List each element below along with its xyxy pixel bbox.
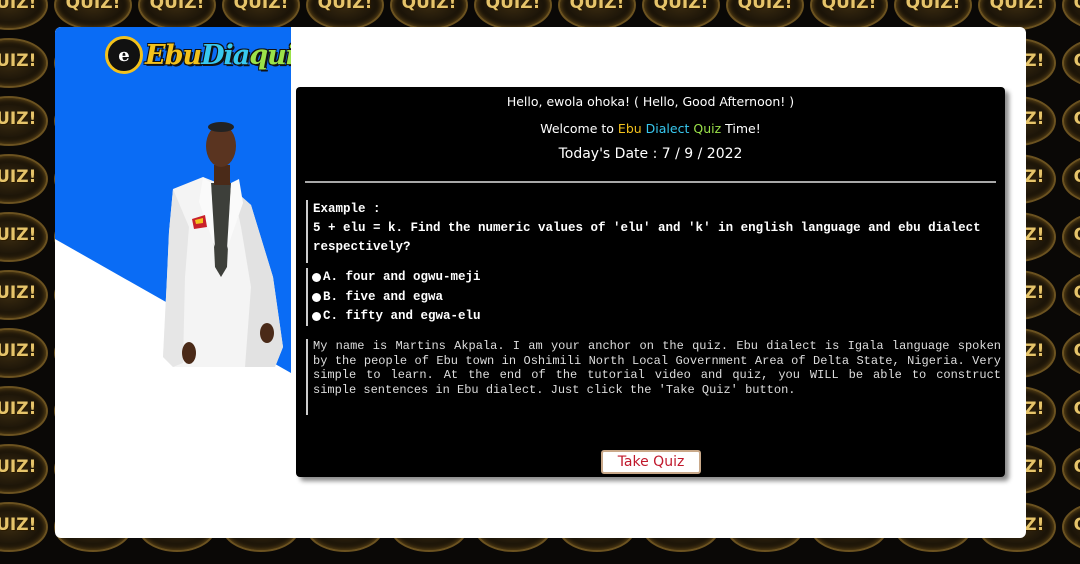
quiz-badge-icon: QUIZ! xyxy=(978,0,1056,30)
quiz-badge-icon: QUIZ! xyxy=(1062,444,1080,494)
quiz-badge-icon: QUIZ! xyxy=(1062,96,1080,146)
quiz-badge-icon: QUIZ! xyxy=(474,0,552,30)
option-label: A. four and ogwu-meji xyxy=(323,270,481,284)
greeting-text: Hello, ewola ohoka! ( Hello, Good Aftern… xyxy=(506,94,795,109)
logo-badge-icon: e xyxy=(105,36,143,74)
ebudiaquiz-logo[interactable]: e EbuDiaquiz xyxy=(105,35,291,75)
option-label: B. five and egwa xyxy=(323,289,444,304)
take-quiz-button[interactable]: Take Quiz xyxy=(601,450,701,474)
option-a[interactable]: A. four and ogwu-meji xyxy=(312,268,512,288)
option-label: C. fifty and egwa-elu xyxy=(323,309,481,323)
header-divider xyxy=(305,181,996,183)
quiz-badge-icon: QUIZ! xyxy=(0,0,48,30)
quiz-badge-icon: QUIZ! xyxy=(642,0,720,30)
quiz-badge-icon: QUIZ! xyxy=(1062,386,1080,436)
welcome-text: Welcome to Ebu Dialect Quiz Time! xyxy=(296,121,1005,136)
quiz-badge-icon: QUIZ! xyxy=(1062,270,1080,320)
option-b[interactable]: B. five and egwa xyxy=(312,288,512,308)
example-label: Example : xyxy=(313,202,381,216)
quiz-badge-icon: QUIZ! xyxy=(726,0,804,30)
quiz-badge-icon: QUIZ! xyxy=(894,0,972,30)
quiz-badge-icon: QUIZ! xyxy=(0,502,48,552)
answer-options: A. four and ogwu-meji B. five and egwa C… xyxy=(306,268,512,326)
quiz-badge-icon: QUIZ! xyxy=(1062,502,1080,552)
radio-button-icon[interactable] xyxy=(312,273,321,283)
quiz-badge-icon: QUIZ! xyxy=(222,0,300,30)
quiz-badge-icon: QUIZ! xyxy=(1062,212,1080,262)
welcome-quiz: Quiz xyxy=(693,121,722,136)
option-c[interactable]: C. fifty and egwa-elu xyxy=(312,307,512,327)
quiz-badge-icon: QUIZ! xyxy=(0,386,48,436)
welcome-dialect: Dialect xyxy=(645,121,690,136)
welcome-suffix: Time! xyxy=(725,121,761,136)
todays-date: Today's Date : 7 / 9 / 2022 xyxy=(558,146,743,162)
quiz-badge-icon: QUIZ! xyxy=(1062,0,1080,30)
quiz-badge-icon: QUIZ! xyxy=(390,0,468,30)
quiz-badge-icon: QUIZ! xyxy=(0,38,48,88)
quiz-badge-icon: QUIZ! xyxy=(1062,38,1080,88)
example-question: Example : 5 + elu = k. Find the numeric … xyxy=(306,200,985,263)
logo-part-ebu: Ebu xyxy=(145,39,202,71)
quiz-badge-icon: QUIZ! xyxy=(810,0,888,30)
logo-part-dia: Dia xyxy=(201,39,250,71)
welcome-prefix: Welcome to xyxy=(540,121,614,136)
quiz-badge-icon: QUIZ! xyxy=(558,0,636,30)
main-card: e EbuDiaquiz Hello, ewola ohoka! ( Hello… xyxy=(55,27,1026,538)
welcome-ebu: Ebu xyxy=(617,121,642,136)
quiz-badge-icon: QUIZ! xyxy=(0,444,48,494)
quiz-badge-icon: QUIZ! xyxy=(0,96,48,146)
quiz-badge-icon: QUIZ! xyxy=(54,0,132,30)
quiz-badge-icon: QUIZ! xyxy=(1062,154,1080,204)
quiz-badge-icon: QUIZ! xyxy=(0,328,48,378)
quiz-badge-icon: QUIZ! xyxy=(0,212,48,262)
quiz-badge-icon: QUIZ! xyxy=(138,0,216,30)
quiz-badge-icon: QUIZ! xyxy=(1062,328,1080,378)
logo-part-quiz: quiz xyxy=(249,39,291,71)
quiz-badge-icon: QUIZ! xyxy=(306,0,384,30)
left-hero-panel: e EbuDiaquiz xyxy=(55,27,291,373)
question-text: 5 + elu = k. Find the numeric values of … xyxy=(313,221,981,254)
anchor-intro-text: My name is Martins Akpala. I am your anc… xyxy=(306,339,1001,415)
quiz-badge-icon: QUIZ! xyxy=(0,154,48,204)
radio-button-icon[interactable] xyxy=(312,312,321,322)
quiz-badge-icon: QUIZ! xyxy=(0,270,48,320)
quiz-panel: Hello, ewola ohoka! ( Hello, Good Aftern… xyxy=(296,87,1005,477)
radio-button-icon[interactable] xyxy=(312,292,321,302)
hero-illustration xyxy=(55,27,291,373)
logo-wordmark: EbuDiaquiz xyxy=(145,40,291,71)
